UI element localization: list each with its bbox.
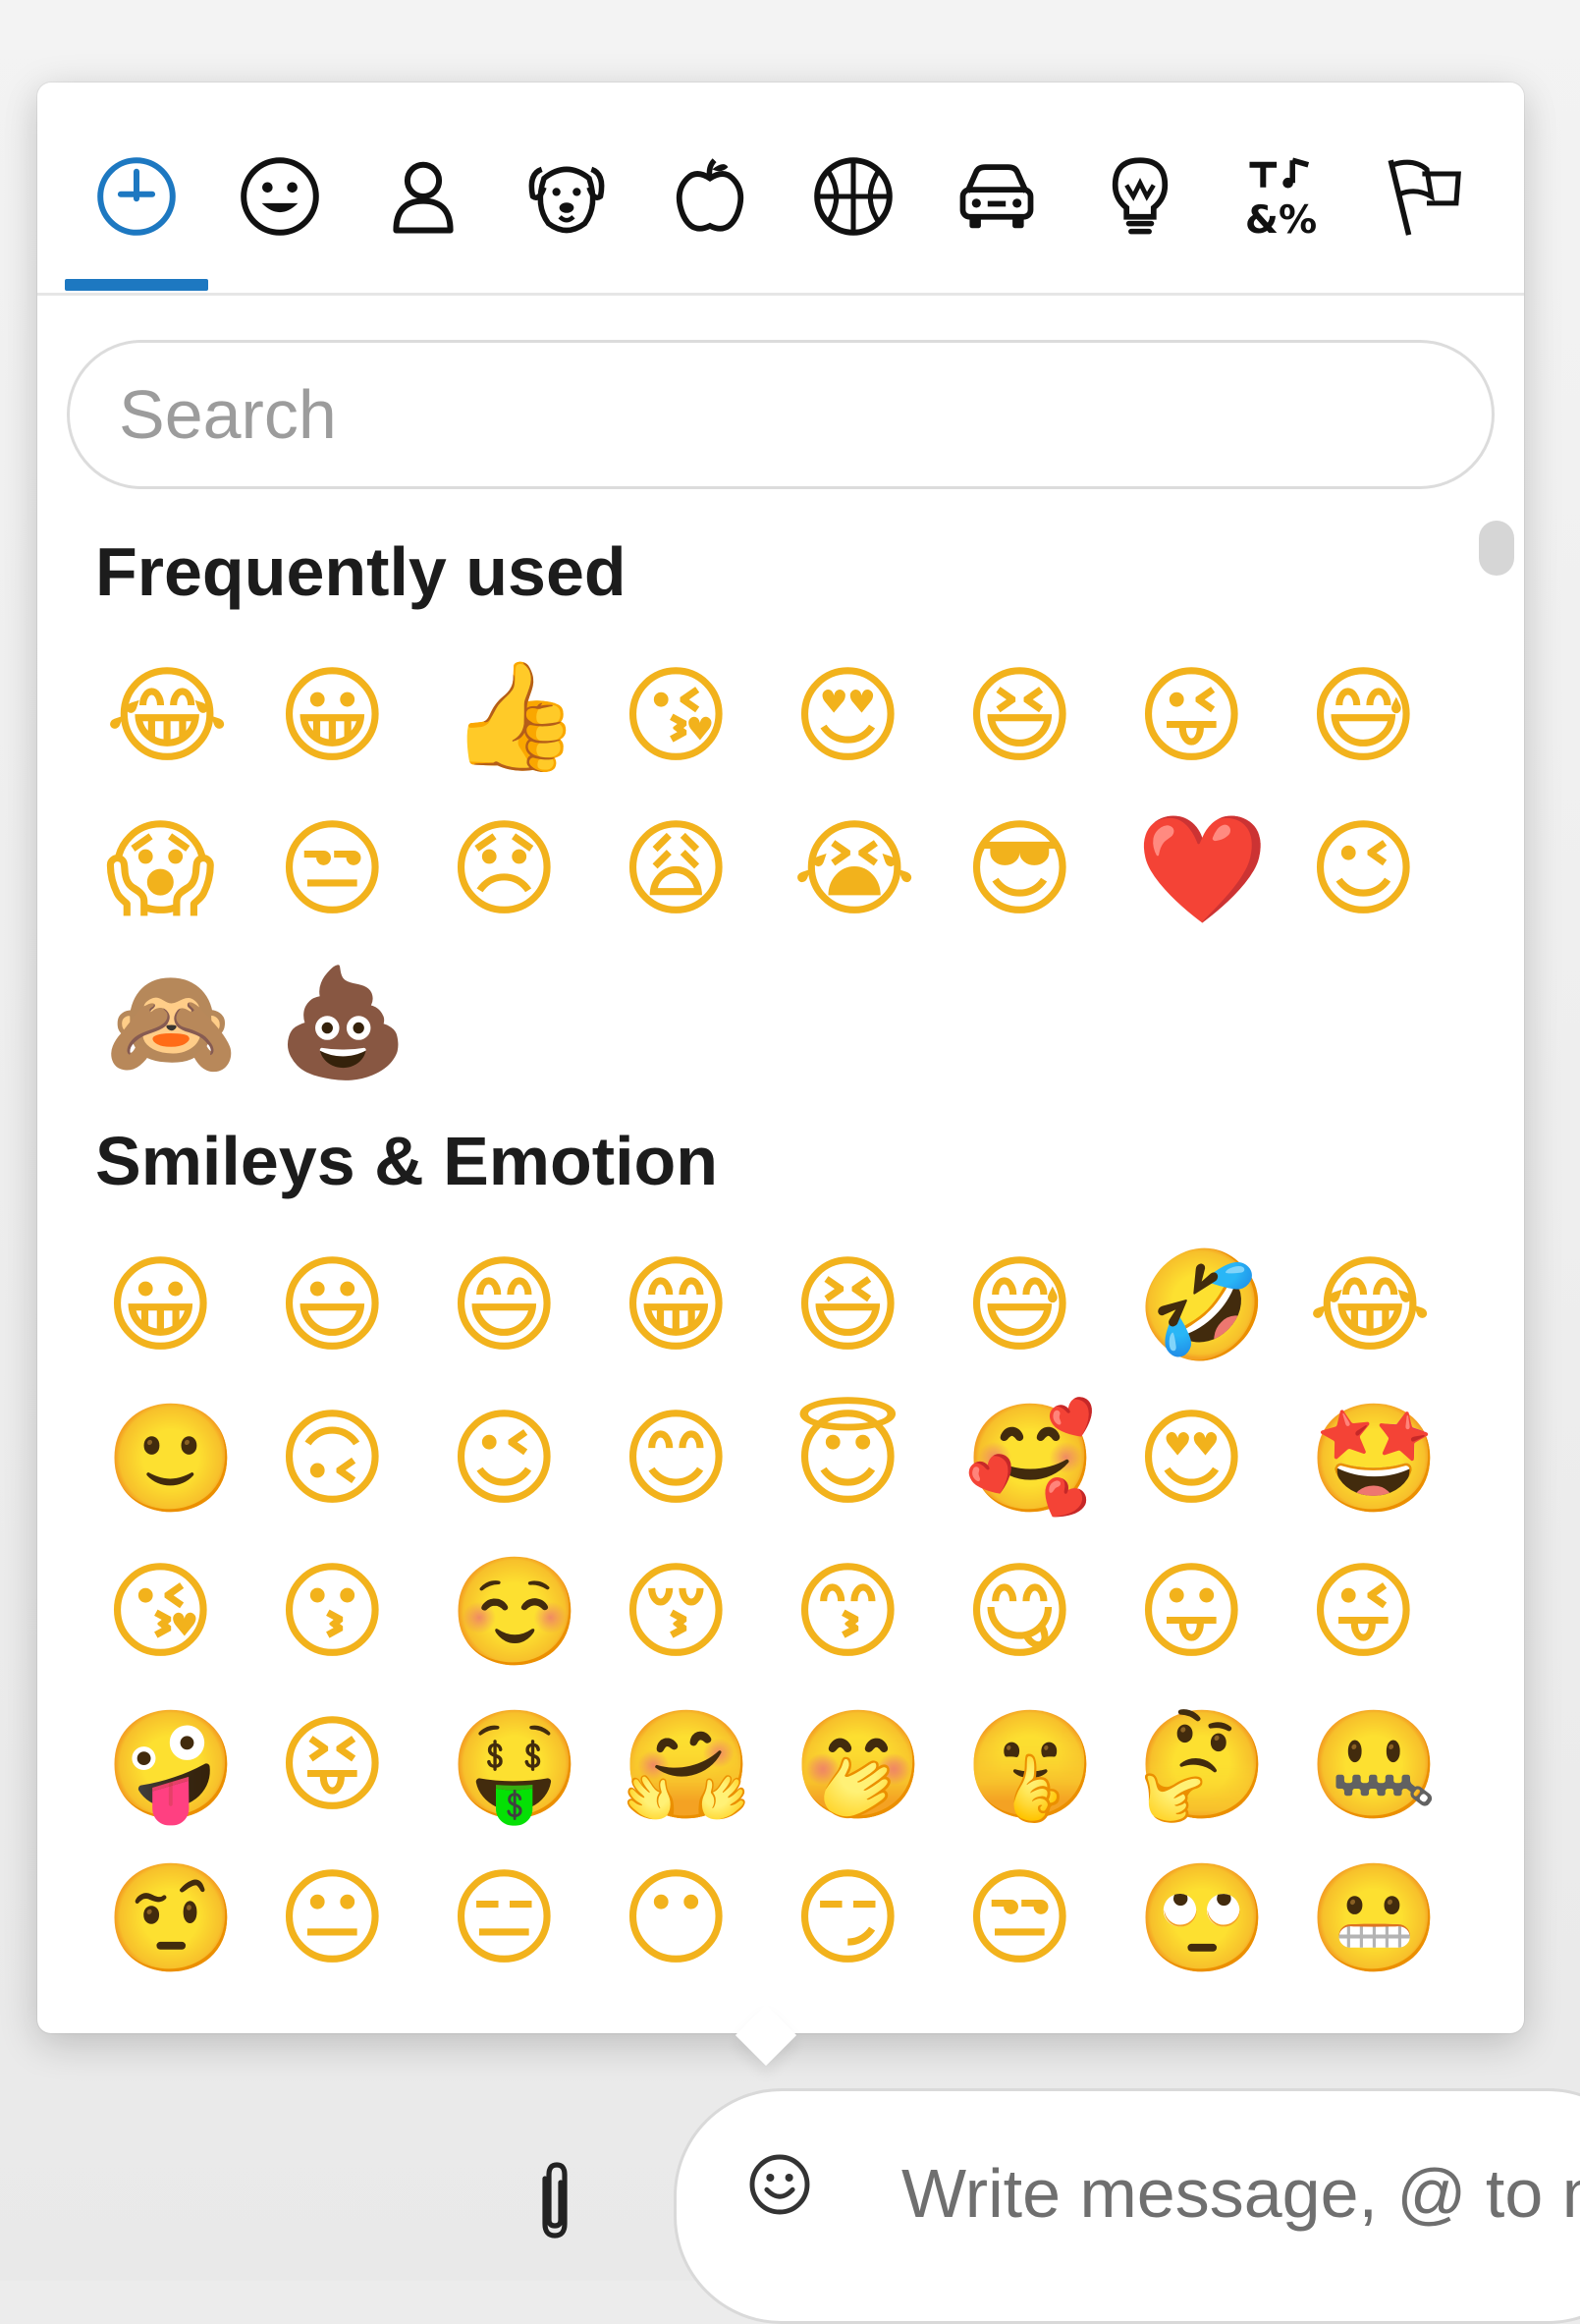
- emoji-button[interactable]: 😘: [95, 1536, 267, 1689]
- emoji-button[interactable]: 🤐: [1298, 1689, 1470, 1843]
- emoji-button[interactable]: 😭: [783, 794, 954, 947]
- tab-flags[interactable]: [1355, 128, 1498, 265]
- symbols-icon: &%: [1245, 157, 1317, 242]
- tab-activities[interactable]: [782, 128, 925, 265]
- section-title-smileys: Smileys & Emotion: [95, 1123, 719, 1199]
- emoji-button[interactable]: 😋: [954, 1536, 1126, 1689]
- search-field[interactable]: [67, 340, 1495, 489]
- tab-smileys[interactable]: [208, 128, 352, 265]
- emoji-button[interactable]: 🤩: [1298, 1383, 1470, 1536]
- emoji-button[interactable]: 😂: [1298, 1230, 1470, 1383]
- emoji-button[interactable]: 🤔: [1126, 1689, 1298, 1843]
- basketball-icon: [814, 157, 893, 236]
- dog-icon: [528, 166, 605, 234]
- emoji-button[interactable]: 😇: [783, 1383, 954, 1536]
- attach-button[interactable]: [511, 2147, 599, 2255]
- emoji-button[interactable]: 😒: [954, 1843, 1126, 1996]
- message-input[interactable]: [899, 2143, 1580, 2243]
- emoji-button[interactable]: 😁: [611, 1230, 783, 1383]
- emoji-button[interactable]: 😃: [267, 1230, 439, 1383]
- emoji-button[interactable]: 🙂: [95, 1383, 267, 1536]
- emoji-button[interactable]: 😅: [1298, 640, 1470, 794]
- emoji-button[interactable]: 😄: [439, 1230, 611, 1383]
- emoji-button[interactable]: 😬: [1298, 1843, 1470, 1996]
- emoji-button[interactable]: 😊: [611, 1383, 783, 1536]
- emoji-button[interactable]: 🤫: [954, 1689, 1126, 1843]
- emoji-button[interactable]: 😜: [1298, 1536, 1470, 1689]
- emoji-button[interactable]: [731, 2135, 829, 2234]
- emoji-picker: &% Frequently used 😂😀👍😘😍😆😜😅😱😒😞😩😭😎❤️😉🙈💩 S…: [37, 83, 1524, 2033]
- emoji-button[interactable]: 😀: [95, 1230, 267, 1383]
- emoji-button[interactable]: 🙈: [95, 947, 267, 1100]
- emoji-button[interactable]: 💩: [267, 947, 439, 1100]
- emoji-button[interactable]: 🙄: [1126, 1843, 1298, 1996]
- emoji-button[interactable]: 😏: [783, 1843, 954, 1996]
- emoji-button[interactable]: 🤭: [783, 1689, 954, 1843]
- category-tabs: &%: [37, 83, 1524, 296]
- emoji-button[interactable]: ❤️: [1126, 794, 1298, 947]
- emoji-button[interactable]: 😞: [439, 794, 611, 947]
- emoji-grid-smileys: 😀 😃 😄 😁 😆 😅 🤣 😂 🙂 🙃 😉 😊 😇 🥰 😍 🤩 😘 😗 ☺️ 😚 😙 😋 😛 😜 🤪 😝 🤑 🤗 🤭 🤫 🤔 🤐 🤨 😐 😑 😶 😏 😒 🙄…: [95, 1230, 1470, 1996]
- emoji-button[interactable]: 😗: [267, 1536, 439, 1689]
- search-input[interactable]: [117, 374, 1397, 455]
- emoji-button[interactable]: 😙: [783, 1536, 954, 1689]
- tab-travel[interactable]: [925, 128, 1068, 265]
- active-tab-indicator: [65, 279, 208, 291]
- tab-people[interactable]: [352, 128, 495, 265]
- emoji-button[interactable]: 👍: [439, 640, 611, 794]
- emoji-button[interactable]: 😒: [267, 794, 439, 947]
- emoji-button[interactable]: 😱: [95, 794, 267, 947]
- emoji-button[interactable]: 😩: [611, 794, 783, 947]
- scrollbar-thumb[interactable]: [1479, 521, 1514, 576]
- emoji-button[interactable]: ☺️: [439, 1536, 611, 1689]
- car-icon: [959, 164, 1034, 229]
- emoji-button[interactable]: 😀: [267, 640, 439, 794]
- emoji-button[interactable]: 😚: [611, 1536, 783, 1689]
- emoji-button[interactable]: 😍: [783, 640, 954, 794]
- emoji-button[interactable]: 🤗: [611, 1689, 783, 1843]
- emoji-button[interactable]: 😆: [954, 640, 1126, 794]
- emoji-button[interactable]: 🤪: [95, 1689, 267, 1843]
- emoji-button[interactable]: 😘: [611, 640, 783, 794]
- emoji-button[interactable]: 🥰: [954, 1383, 1126, 1536]
- tab-food[interactable]: [638, 128, 782, 265]
- emoji-button[interactable]: 🤣: [1126, 1230, 1298, 1383]
- apple-icon: [676, 158, 744, 232]
- emoji-button[interactable]: 😅: [954, 1230, 1126, 1383]
- emoji-button[interactable]: 😉: [439, 1383, 611, 1536]
- emoji-button[interactable]: 😜: [1126, 640, 1298, 794]
- person-icon: [393, 161, 454, 234]
- tab-symbols[interactable]: &%: [1212, 128, 1355, 265]
- emoji-button[interactable]: 😐: [267, 1843, 439, 1996]
- section-title-frequent: Frequently used: [95, 533, 627, 610]
- lightbulb-icon: [1112, 157, 1169, 235]
- emoji-button[interactable]: 😛: [1126, 1536, 1298, 1689]
- tab-objects[interactable]: [1068, 128, 1212, 265]
- tab-animals[interactable]: [495, 128, 638, 265]
- svg-text:&%: &%: [1245, 198, 1317, 242]
- emoji-button[interactable]: 🙃: [267, 1383, 439, 1536]
- emoji-button[interactable]: 😉: [1298, 794, 1470, 947]
- emoji-button[interactable]: 😎: [954, 794, 1126, 947]
- emoji-grid-frequent: 😂 😀 👍 😘 😍 😆 😜 😅 😱 😒 😞 😩 😭 😎 ❤️ 😉 🙈 💩: [95, 640, 1470, 1100]
- clock-icon: [97, 157, 176, 236]
- emoji-button[interactable]: 😍: [1126, 1383, 1298, 1536]
- smiley-icon: [241, 157, 319, 236]
- paperclip-icon: [542, 2162, 568, 2239]
- emoji-button[interactable]: 😶: [611, 1843, 783, 1996]
- emoji-button[interactable]: 🤨: [95, 1843, 267, 1996]
- emoji-button[interactable]: 😂: [95, 640, 267, 794]
- emoji-button[interactable]: 😑: [439, 1843, 611, 1996]
- flags-icon: [1388, 159, 1461, 236]
- emoji-button[interactable]: 😝: [267, 1689, 439, 1843]
- tab-recent[interactable]: [65, 128, 208, 265]
- smiley-icon: [749, 2154, 810, 2215]
- emoji-button[interactable]: 😆: [783, 1230, 954, 1383]
- emoji-button[interactable]: 🤑: [439, 1689, 611, 1843]
